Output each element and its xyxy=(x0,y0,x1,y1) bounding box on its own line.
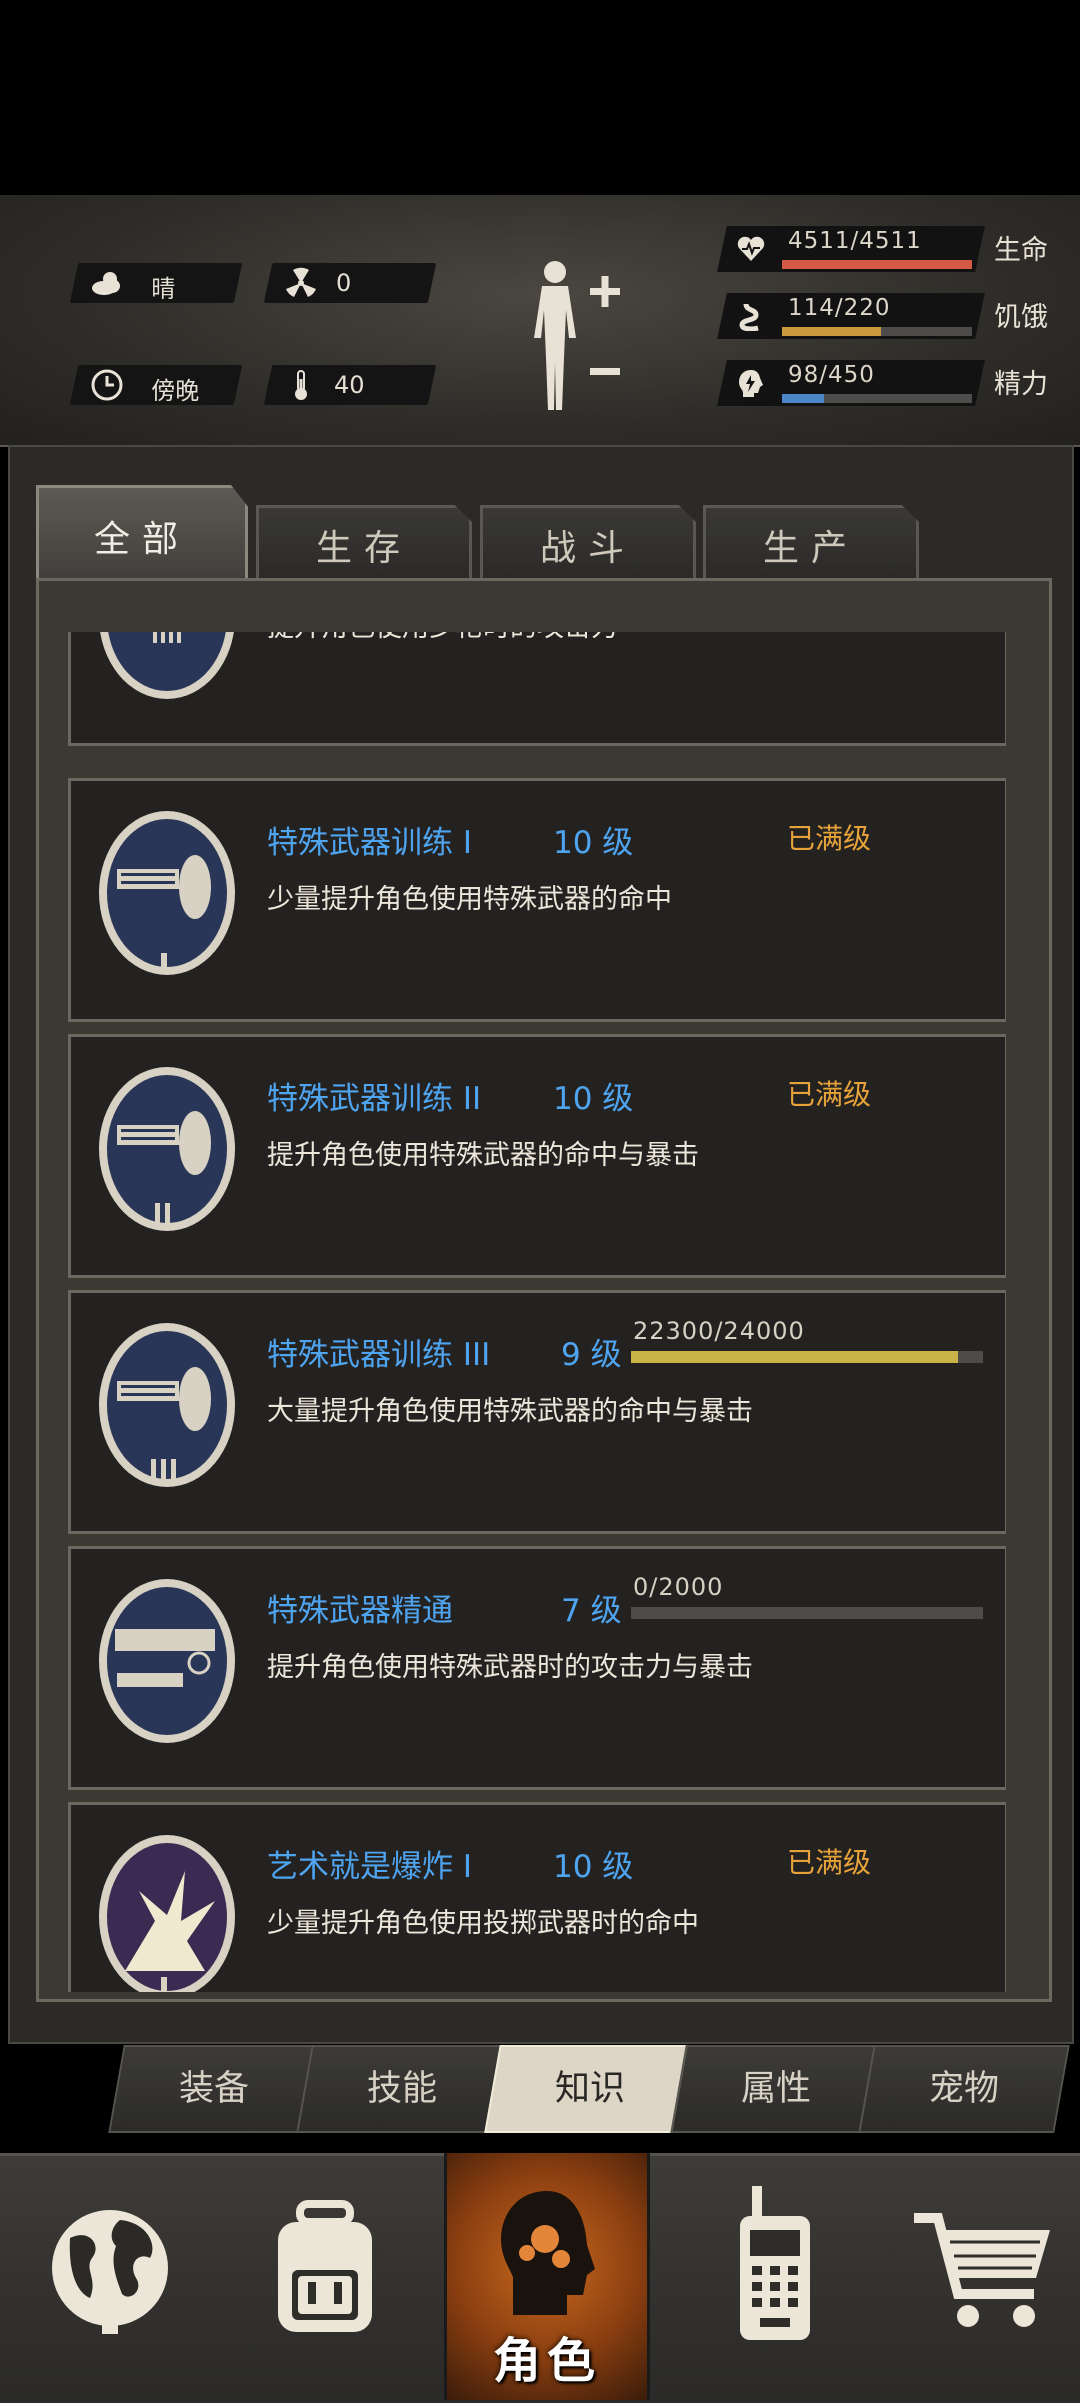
knowledge-desc: 少量提升角色使用投掷武器时的命中 xyxy=(267,1908,699,1939)
head-bolt-icon xyxy=(739,370,763,397)
knowledge-card[interactable]: 特殊武器训练 I 10 级 已满级 少量提升角色使用特殊武器的命中 xyxy=(68,778,1006,1022)
subtab-pets[interactable]: 宠物 xyxy=(858,2045,1070,2133)
nav-character-label: 角色 xyxy=(492,2333,601,2389)
rifle-medal-icon xyxy=(100,632,234,699)
radio-icon xyxy=(740,2186,810,2340)
knowledge-level: 7 级 xyxy=(561,1593,622,1629)
radiation-icon xyxy=(286,267,316,297)
subtab-label: 知识 xyxy=(554,2069,625,2109)
stomach-icon xyxy=(739,303,759,331)
knowledge-card[interactable]: 特殊武器精通 7 级 0/2000 提升角色使用特殊武器时的攻击力与暴击 xyxy=(68,1546,1006,1790)
tab-combat[interactable]: 战斗 xyxy=(480,505,696,582)
hunger-stat: 114/220 饥饿 xyxy=(717,293,1060,339)
max-level-label: 已满级 xyxy=(787,1846,872,1879)
subtab-label: 宠物 xyxy=(928,2069,999,2109)
knowledge-desc: 提升角色使用特殊武器时的攻击力与暴击 xyxy=(267,1652,753,1683)
knowledge-desc: 大量提升角色使用特殊武器的命中与暴击 xyxy=(267,1396,753,1427)
heart-icon xyxy=(737,236,765,261)
knowledge-progress-text: 22300/24000 xyxy=(633,1317,805,1345)
cart-icon xyxy=(914,2213,1050,2327)
subtab-label: 属性 xyxy=(740,2069,811,2109)
minigun-medal-icon xyxy=(99,1067,235,1231)
subtab-equipment[interactable]: 装备 xyxy=(108,2045,320,2133)
nav-radio-button[interactable] xyxy=(680,2156,870,2400)
nav-shop-button[interactable] xyxy=(890,2156,1080,2400)
knowledge-name: 艺术就是爆炸 I xyxy=(267,1849,472,1885)
globe-icon xyxy=(52,2210,168,2334)
subtab-attributes[interactable]: 属性 xyxy=(670,2045,882,2133)
tab-all[interactable]: 全部 xyxy=(36,485,248,584)
temperature-pill: 40 xyxy=(263,365,437,405)
knowledge-desc: 提升角色使用特殊武器的命中与暴击 xyxy=(267,1140,699,1171)
knowledge-level: 10 级 xyxy=(553,825,634,861)
subtab-label: 技能 xyxy=(366,2069,437,2109)
knowledge-name: 特殊武器精通 xyxy=(267,1593,453,1629)
subtab-skills[interactable]: 技能 xyxy=(296,2045,508,2133)
knowledge-progress-text: 0/2000 xyxy=(633,1573,724,1601)
body-status-icon[interactable] xyxy=(520,258,630,418)
temperature-value: 40 xyxy=(334,371,365,399)
explosion-medal-icon xyxy=(99,1835,235,1992)
energy-bar xyxy=(782,394,972,403)
time-pill: 傍晚 xyxy=(69,365,243,405)
health-stat: 4511/4511 生命 xyxy=(717,226,1060,272)
knowledge-level: 10 级 xyxy=(553,1081,634,1117)
nav-backpack-button[interactable] xyxy=(230,2156,420,2400)
knowledge-card[interactable]: 特殊武器训练 II 10 级 已满级 提升角色使用特殊武器的命中与暴击 xyxy=(68,1034,1006,1278)
knowledge-desc: 少量提升角色使用特殊武器的命中 xyxy=(267,884,672,915)
backpack-icon xyxy=(278,2200,372,2332)
heavy-gun-medal-icon xyxy=(99,1579,235,1743)
knowledge-card[interactable]: 提升角色使用步枪时的攻击力 xyxy=(68,632,1006,746)
thermometer-icon xyxy=(295,370,307,400)
hunger-value: 114/220 xyxy=(788,295,891,321)
tab-survival[interactable]: 生存 xyxy=(256,505,472,582)
energy-label: 精力 xyxy=(994,369,1048,400)
health-value: 4511/4511 xyxy=(788,228,922,254)
minigun-medal-icon xyxy=(99,811,235,975)
status-bar-area xyxy=(0,0,1080,195)
radiation-value: 0 xyxy=(336,269,352,297)
weather-text: 晴 xyxy=(151,275,176,303)
subtab-label: 装备 xyxy=(178,2069,249,2109)
nav-world-button[interactable] xyxy=(20,2156,210,2400)
hunger-label: 饥饿 xyxy=(994,302,1048,333)
health-label: 生命 xyxy=(994,235,1048,266)
health-bar xyxy=(782,260,972,269)
knowledge-name: 特殊武器训练 III xyxy=(267,1337,491,1373)
knowledge-level: 9 级 xyxy=(561,1337,622,1373)
nav-character-button[interactable]: 角色 xyxy=(444,2153,650,2400)
knowledge-progress-bar xyxy=(631,1607,983,1619)
character-icon xyxy=(501,2191,595,2315)
energy-stat: 98/450 精力 xyxy=(717,360,1060,406)
knowledge-level: 10 级 xyxy=(553,1849,634,1885)
energy-value: 98/450 xyxy=(788,362,875,388)
tab-production[interactable]: 生产 xyxy=(703,505,919,582)
knowledge-name: 特殊武器训练 II xyxy=(267,1081,482,1117)
clock-icon xyxy=(91,369,123,401)
weather-pill: 晴 xyxy=(69,263,243,303)
time-text: 傍晚 xyxy=(151,377,200,405)
minigun-medal-icon xyxy=(99,1323,235,1487)
max-level-label: 已满级 xyxy=(787,822,872,855)
subtab-knowledge[interactable]: 知识 xyxy=(484,2045,696,2133)
knowledge-card[interactable]: 艺术就是爆炸 I 10 级 已满级 少量提升角色使用投掷武器时的命中 xyxy=(68,1802,1006,1992)
knowledge-card[interactable]: 特殊武器训练 III 9 级 22300/24000 大量提升角色使用特殊武器的… xyxy=(68,1290,1006,1534)
knowledge-list[interactable]: 提升角色使用步枪时的攻击力 特殊武器训练 I 10 级 已满级 少量提升角色使用… xyxy=(68,632,1006,1992)
cloud-sun-icon xyxy=(92,272,120,295)
knowledge-desc: 提升角色使用步枪时的攻击力 xyxy=(267,632,618,644)
knowledge-name: 特殊武器训练 I xyxy=(267,825,472,861)
max-level-label: 已满级 xyxy=(787,1078,872,1111)
radiation-pill: 0 xyxy=(263,263,437,303)
knowledge-progress-bar xyxy=(631,1351,983,1363)
hunger-bar xyxy=(782,327,972,336)
